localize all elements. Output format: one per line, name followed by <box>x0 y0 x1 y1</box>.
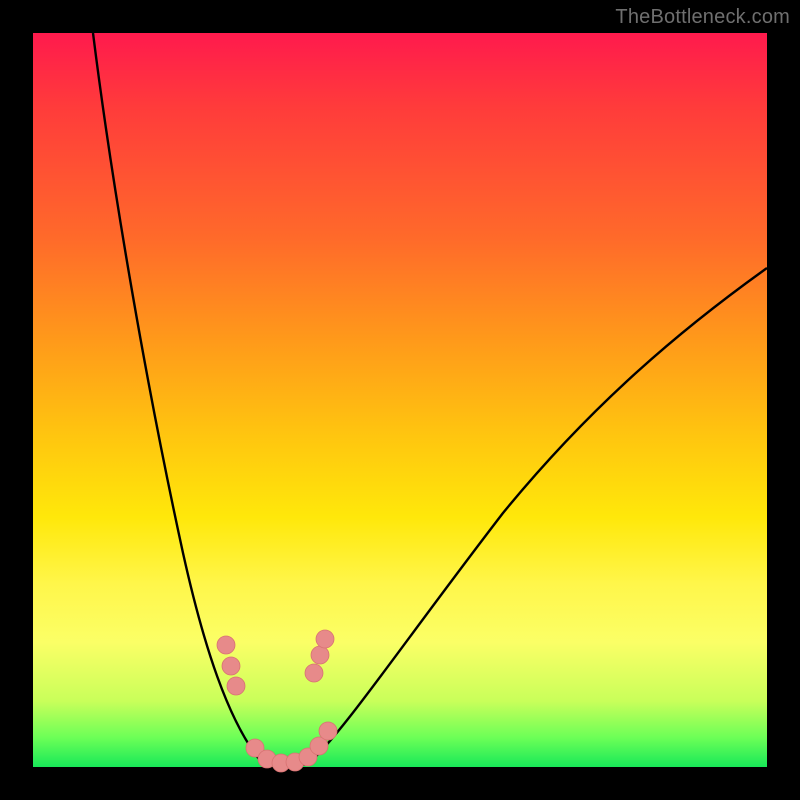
marker-dot <box>316 630 334 648</box>
marker-group <box>217 630 337 772</box>
marker-dot <box>217 636 235 654</box>
left-curve <box>93 33 263 764</box>
marker-dot <box>227 677 245 695</box>
plot-area <box>33 33 767 767</box>
chart-frame: TheBottleneck.com <box>0 0 800 800</box>
watermark-text: TheBottleneck.com <box>615 6 790 29</box>
right-curve <box>308 268 767 764</box>
marker-dot <box>311 646 329 664</box>
marker-dot <box>319 722 337 740</box>
chart-svg <box>33 33 767 767</box>
marker-dot <box>222 657 240 675</box>
marker-dot <box>305 664 323 682</box>
